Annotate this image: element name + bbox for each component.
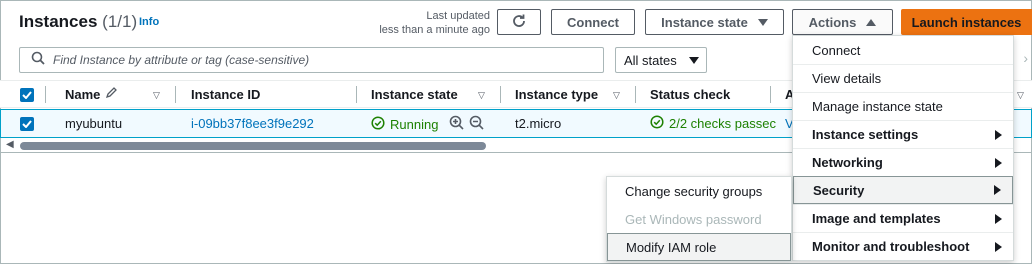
- status-check-cell: 2/2 checks passec: [650, 115, 776, 132]
- instance-name: myubuntu: [65, 116, 123, 131]
- menu-item-label: Networking: [812, 155, 883, 170]
- instance-id-link[interactable]: i-09bb37f8ee3f9e292: [191, 116, 314, 131]
- menu-item-label: Connect: [812, 42, 861, 58]
- menu-item-label: Image and templates: [812, 211, 941, 226]
- info-link[interactable]: Info: [139, 16, 159, 28]
- refresh-button[interactable]: [497, 9, 541, 35]
- scrollbar-thumb[interactable]: [20, 142, 486, 150]
- search-field[interactable]: [19, 47, 604, 73]
- instance-type: t2.micro: [515, 116, 562, 131]
- status-check-value: 2/2 checks passec: [669, 116, 776, 131]
- check-circle-icon: [650, 115, 664, 132]
- select-all-checkbox[interactable]: [20, 88, 34, 102]
- column-header-status-check[interactable]: Status check: [650, 81, 730, 108]
- menu-item-instance-settings[interactable]: Instance settings: [793, 120, 1013, 148]
- column-header-label: Name: [65, 87, 101, 102]
- caret-down-icon: [757, 15, 768, 30]
- sort-icon[interactable]: ▽: [1017, 90, 1024, 101]
- scroll-left-icon[interactable]: ◀: [6, 139, 14, 150]
- instance-state-value: Running: [390, 116, 439, 132]
- column-divider: [175, 86, 176, 103]
- caret-right-icon: [995, 129, 1002, 140]
- search-icon: [20, 51, 45, 70]
- menu-item-label: Instance settings: [812, 127, 919, 142]
- menu-item-manage-instance-state[interactable]: Manage instance state: [793, 92, 1013, 120]
- menu-item-label: Manage instance state: [812, 99, 943, 114]
- menu-item-security[interactable]: Security: [793, 176, 1013, 204]
- instance-state-button[interactable]: Instance state: [645, 9, 784, 35]
- menu-item-label: Security: [813, 182, 865, 198]
- column-header-instance-type[interactable]: Instance type: [515, 81, 598, 108]
- caret-right-icon: [995, 213, 1002, 224]
- menu-item-label: Monitor and troubleshoot: [812, 239, 970, 254]
- column-header-instance-id[interactable]: Instance ID: [191, 81, 260, 108]
- instance-state-cell: Running: [371, 115, 485, 133]
- last-updated-label: Last updated: [426, 10, 490, 22]
- column-divider: [45, 86, 46, 103]
- column-header-instance-state[interactable]: Instance state: [371, 81, 458, 108]
- actions-button[interactable]: Actions: [792, 9, 893, 35]
- caret-right-icon: [994, 185, 1001, 195]
- connect-button[interactable]: Connect: [551, 9, 635, 35]
- instance-count: (1/1): [102, 12, 138, 31]
- last-updated-value: less than a minute ago: [379, 24, 490, 36]
- submenu-item-change-security-groups[interactable]: Change security groups: [607, 177, 791, 205]
- column-divider: [356, 86, 357, 103]
- submenu-item-modify-iam-role[interactable]: Modify IAM role: [607, 233, 791, 261]
- caret-right-icon: [995, 241, 1002, 252]
- menu-item-connect[interactable]: Connect: [793, 36, 1013, 64]
- sort-icon[interactable]: ▽: [478, 90, 485, 101]
- pencil-icon: [105, 87, 118, 102]
- menu-item-view-details[interactable]: View details: [793, 64, 1013, 92]
- launch-instances-button[interactable]: Launch instances: [901, 9, 1032, 35]
- chevron-right-icon[interactable]: ›: [1023, 50, 1028, 66]
- zoom-out-icon[interactable]: [469, 115, 485, 133]
- menu-item-monitor-and-troubleshoot[interactable]: Monitor and troubleshoot: [793, 232, 1013, 260]
- column-divider: [500, 86, 501, 103]
- actions-label: Actions: [808, 14, 857, 30]
- last-updated: Last updated less than a minute ago: [379, 9, 490, 37]
- column-header-name[interactable]: Name: [65, 81, 118, 108]
- actions-menu: Connect View details Manage instance sta…: [792, 35, 1014, 261]
- row-checkbox[interactable]: [20, 117, 34, 131]
- page-title: Instances (1/1): [19, 12, 137, 32]
- column-divider: [635, 86, 636, 103]
- caret-down-icon: [688, 53, 699, 68]
- page-title-text: Instances: [19, 12, 98, 31]
- zoom-in-icon[interactable]: [449, 115, 465, 133]
- security-submenu: Change security groups Get Windows passw…: [606, 176, 792, 262]
- menu-item-label: View details: [812, 71, 882, 86]
- sort-icon[interactable]: ▽: [153, 90, 160, 101]
- instance-state-label: Instance state: [661, 14, 748, 30]
- search-input[interactable]: [53, 53, 583, 67]
- states-select-value: All states: [624, 52, 677, 68]
- submenu-item-get-windows-password: Get Windows password: [625, 211, 762, 227]
- column-divider: [770, 86, 771, 103]
- sort-icon[interactable]: ▽: [613, 90, 620, 101]
- refresh-icon: [511, 13, 527, 32]
- caret-up-icon: [866, 15, 877, 30]
- caret-right-icon: [995, 157, 1002, 168]
- check-circle-icon: [371, 115, 385, 133]
- menu-item-networking[interactable]: Networking: [793, 148, 1013, 176]
- states-select[interactable]: All states: [615, 47, 707, 73]
- menu-item-image-and-templates[interactable]: Image and templates: [793, 204, 1013, 232]
